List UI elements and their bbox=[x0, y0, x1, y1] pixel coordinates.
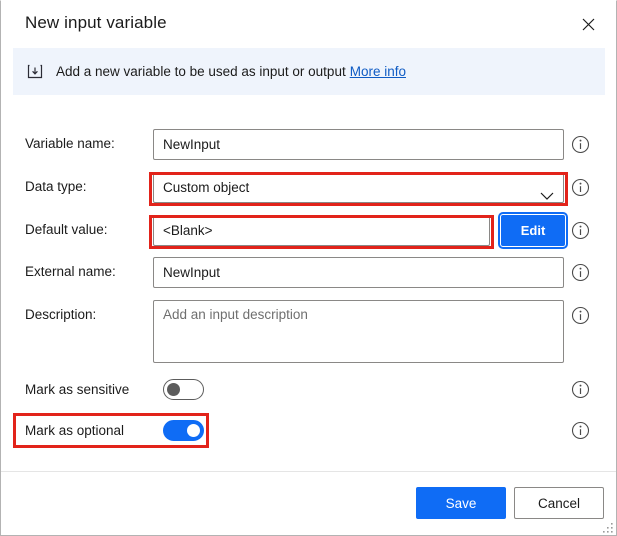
info-icon-glyph bbox=[571, 306, 590, 325]
more-info-link[interactable]: More info bbox=[350, 64, 406, 79]
banner-text: Add a new variable to be used as input o… bbox=[56, 64, 346, 79]
info-banner: Add a new variable to be used as input o… bbox=[13, 48, 605, 95]
data-type-label: Data type: bbox=[25, 179, 87, 194]
toggle-knob bbox=[167, 383, 180, 396]
info-icon[interactable] bbox=[571, 380, 590, 399]
info-icon-glyph bbox=[571, 178, 590, 197]
info-icon[interactable] bbox=[571, 421, 590, 440]
data-type-value: Custom object bbox=[163, 180, 250, 195]
info-icon-glyph bbox=[571, 135, 590, 154]
mark-as-sensitive-toggle[interactable] bbox=[163, 379, 204, 400]
new-input-variable-dialog: New input variable Add a new variable to… bbox=[0, 0, 617, 536]
save-button[interactable]: Save bbox=[416, 487, 506, 519]
info-icon[interactable] bbox=[571, 135, 590, 154]
resize-grip-icon bbox=[603, 523, 613, 533]
default-value-input[interactable]: <Blank> bbox=[153, 215, 490, 246]
edit-button[interactable]: Edit bbox=[498, 212, 568, 249]
info-icon-glyph bbox=[571, 263, 590, 282]
info-icon[interactable] bbox=[571, 221, 590, 240]
dialog-title: New input variable bbox=[25, 13, 167, 32]
close-icon-glyph bbox=[582, 18, 594, 30]
variable-name-input[interactable]: NewInput bbox=[153, 129, 564, 160]
info-icon-glyph bbox=[571, 421, 590, 440]
info-icon[interactable] bbox=[571, 178, 590, 197]
external-name-label: External name: bbox=[25, 264, 116, 279]
description-label: Description: bbox=[25, 307, 97, 322]
info-icon-glyph bbox=[571, 221, 590, 240]
cancel-button[interactable]: Cancel bbox=[514, 487, 604, 519]
input-variable-icon-glyph bbox=[27, 64, 43, 78]
chevron-down-icon bbox=[540, 182, 554, 211]
description-input[interactable]: Add an input description bbox=[153, 300, 564, 363]
info-icon-glyph bbox=[571, 380, 590, 399]
mark-as-sensitive-label: Mark as sensitive bbox=[25, 382, 130, 397]
info-icon[interactable] bbox=[571, 306, 590, 325]
data-type-dropdown[interactable]: Custom object bbox=[153, 172, 564, 203]
resize-grip[interactable] bbox=[602, 521, 614, 533]
dialog-titlebar: New input variable bbox=[1, 1, 616, 48]
info-icon[interactable] bbox=[571, 263, 590, 282]
input-variable-icon bbox=[25, 62, 45, 82]
footer-separator bbox=[1, 471, 616, 472]
default-value-label: Default value: bbox=[25, 222, 108, 237]
variable-name-label: Variable name: bbox=[25, 136, 115, 151]
toggle-knob bbox=[187, 424, 200, 437]
chevron-down-icon-glyph bbox=[540, 192, 554, 200]
close-icon[interactable] bbox=[568, 7, 608, 41]
external-name-input[interactable]: NewInput bbox=[153, 257, 564, 288]
mark-as-optional-label: Mark as optional bbox=[25, 423, 125, 438]
mark-as-optional-toggle[interactable] bbox=[163, 420, 204, 441]
